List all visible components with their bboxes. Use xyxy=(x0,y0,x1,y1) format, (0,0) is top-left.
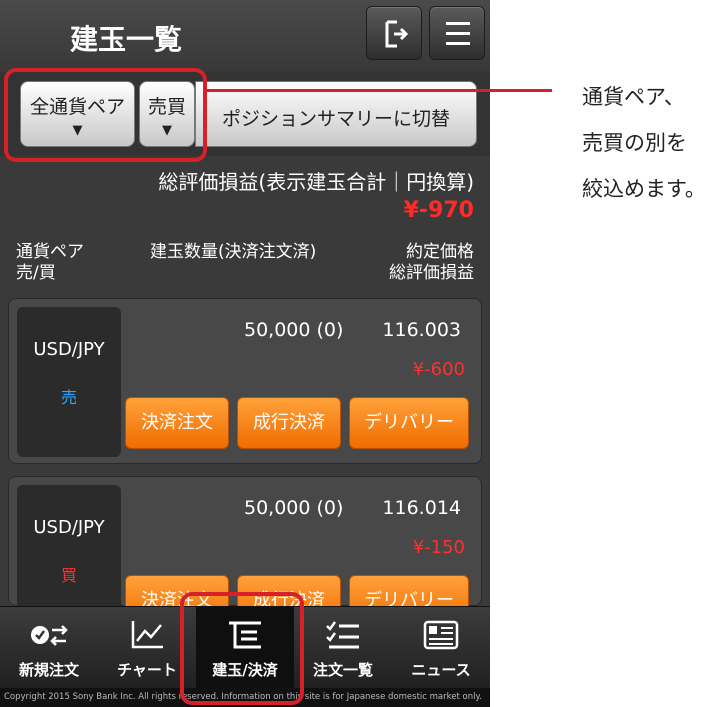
column-header-pair: 通貨ペア xyxy=(16,242,84,262)
total-pnl-value: ¥-970 xyxy=(403,198,474,223)
summary-switch-label: ポジションサマリーに切替 xyxy=(221,108,450,130)
position-card[interactable]: USD/JPY 売 50,000 (0) 116.003 ¥-600 決済注文 … xyxy=(8,298,482,464)
tab-order-list[interactable]: 注文一覧 xyxy=(294,607,392,693)
logout-button[interactable] xyxy=(366,6,422,60)
settle-order-button[interactable]: 決済注文 xyxy=(125,397,229,449)
column-header-quantity: 建玉数量(決済注文済) xyxy=(150,242,317,262)
pair-filter-dropdown[interactable]: 全通貨ペア ▼ xyxy=(20,81,135,147)
new-order-icon xyxy=(31,625,68,646)
position-pair-box: USD/JPY 売 xyxy=(17,307,121,457)
column-header-pnl: 総評価損益 xyxy=(389,263,474,283)
tab-label: 新規注文 xyxy=(18,661,79,679)
pair-filter-label: 全通貨ペア xyxy=(29,96,125,118)
tab-positions[interactable]: 建玉/決済 xyxy=(196,607,294,693)
chevron-down-icon: ▼ xyxy=(72,123,83,138)
news-icon xyxy=(423,620,459,650)
positions-icon xyxy=(229,621,261,649)
position-pnl: ¥-150 xyxy=(412,537,465,558)
total-pnl-label: 総評価損益(表示建玉合計｜円換算) xyxy=(158,170,474,194)
column-header-price: 約定価格 xyxy=(406,242,474,262)
column-header-side: 売/買 xyxy=(16,263,56,283)
annotation-text: 通貨ペア、 売買の別を 絞込めます。 xyxy=(582,74,706,212)
position-side: 売 xyxy=(60,388,77,407)
chevron-down-icon: ▼ xyxy=(162,123,172,138)
annotation-line: 絞込めます。 xyxy=(582,177,706,201)
position-quantity: 50,000 (0) xyxy=(244,497,344,519)
order-list-icon xyxy=(326,621,359,649)
tab-label: ニュース xyxy=(411,661,471,679)
position-price: 116.014 xyxy=(382,497,461,519)
market-settle-button[interactable]: 成行決済 xyxy=(237,397,341,449)
bottom-tab-bar: 新規注文 チャート 建玉/決済 注文一覧 ニュース xyxy=(0,606,490,693)
tab-label: チャート xyxy=(117,661,177,679)
position-pair: USD/JPY xyxy=(33,517,105,538)
copyright-text: Copyright 2015 Sony Bank Inc. All rights… xyxy=(0,688,490,707)
hamburger-icon xyxy=(446,22,470,45)
tab-label: 建玉/決済 xyxy=(212,661,278,679)
side-filter-label: 売買 xyxy=(147,96,186,118)
annotation-line: 売買の別を xyxy=(582,131,687,155)
page-title: 建玉一覧 xyxy=(70,23,183,56)
tab-news[interactable]: ニュース xyxy=(392,607,490,693)
position-pnl: ¥-600 xyxy=(412,359,465,380)
position-side: 買 xyxy=(60,566,77,585)
delivery-button[interactable]: デリバリー xyxy=(349,397,469,449)
app-screen: 建玉一覧 全通貨ペア ▼ 売買 ▼ ポジションサマリーに切替 総評価損益(表示建… xyxy=(0,0,490,707)
tab-label: 注文一覧 xyxy=(312,661,373,679)
position-quantity: 50,000 (0) xyxy=(244,319,344,341)
position-card[interactable]: USD/JPY 買 50,000 (0) 116.014 ¥-150 決済注文 … xyxy=(8,476,482,635)
tab-chart[interactable]: チャート xyxy=(98,607,196,693)
annotation-line: 通貨ペア、 xyxy=(582,85,685,109)
side-filter-dropdown[interactable]: 売買 ▼ xyxy=(139,81,195,147)
tab-new-order[interactable]: 新規注文 xyxy=(0,607,98,693)
position-price: 116.003 xyxy=(382,319,461,341)
logout-icon xyxy=(385,20,409,48)
filter-bar: 全通貨ペア ▼ 売買 ▼ ポジションサマリーに切替 xyxy=(0,72,490,156)
chart-icon xyxy=(131,621,163,649)
menu-button[interactable] xyxy=(429,6,485,60)
position-pair: USD/JPY xyxy=(33,339,105,360)
callout-line xyxy=(207,89,552,92)
column-header-pair-side: 通貨ペア 売/買 xyxy=(16,242,84,284)
column-header-price-pnl: 約定価格 総評価損益 xyxy=(389,242,474,284)
app-header: 建玉一覧 xyxy=(0,0,490,72)
